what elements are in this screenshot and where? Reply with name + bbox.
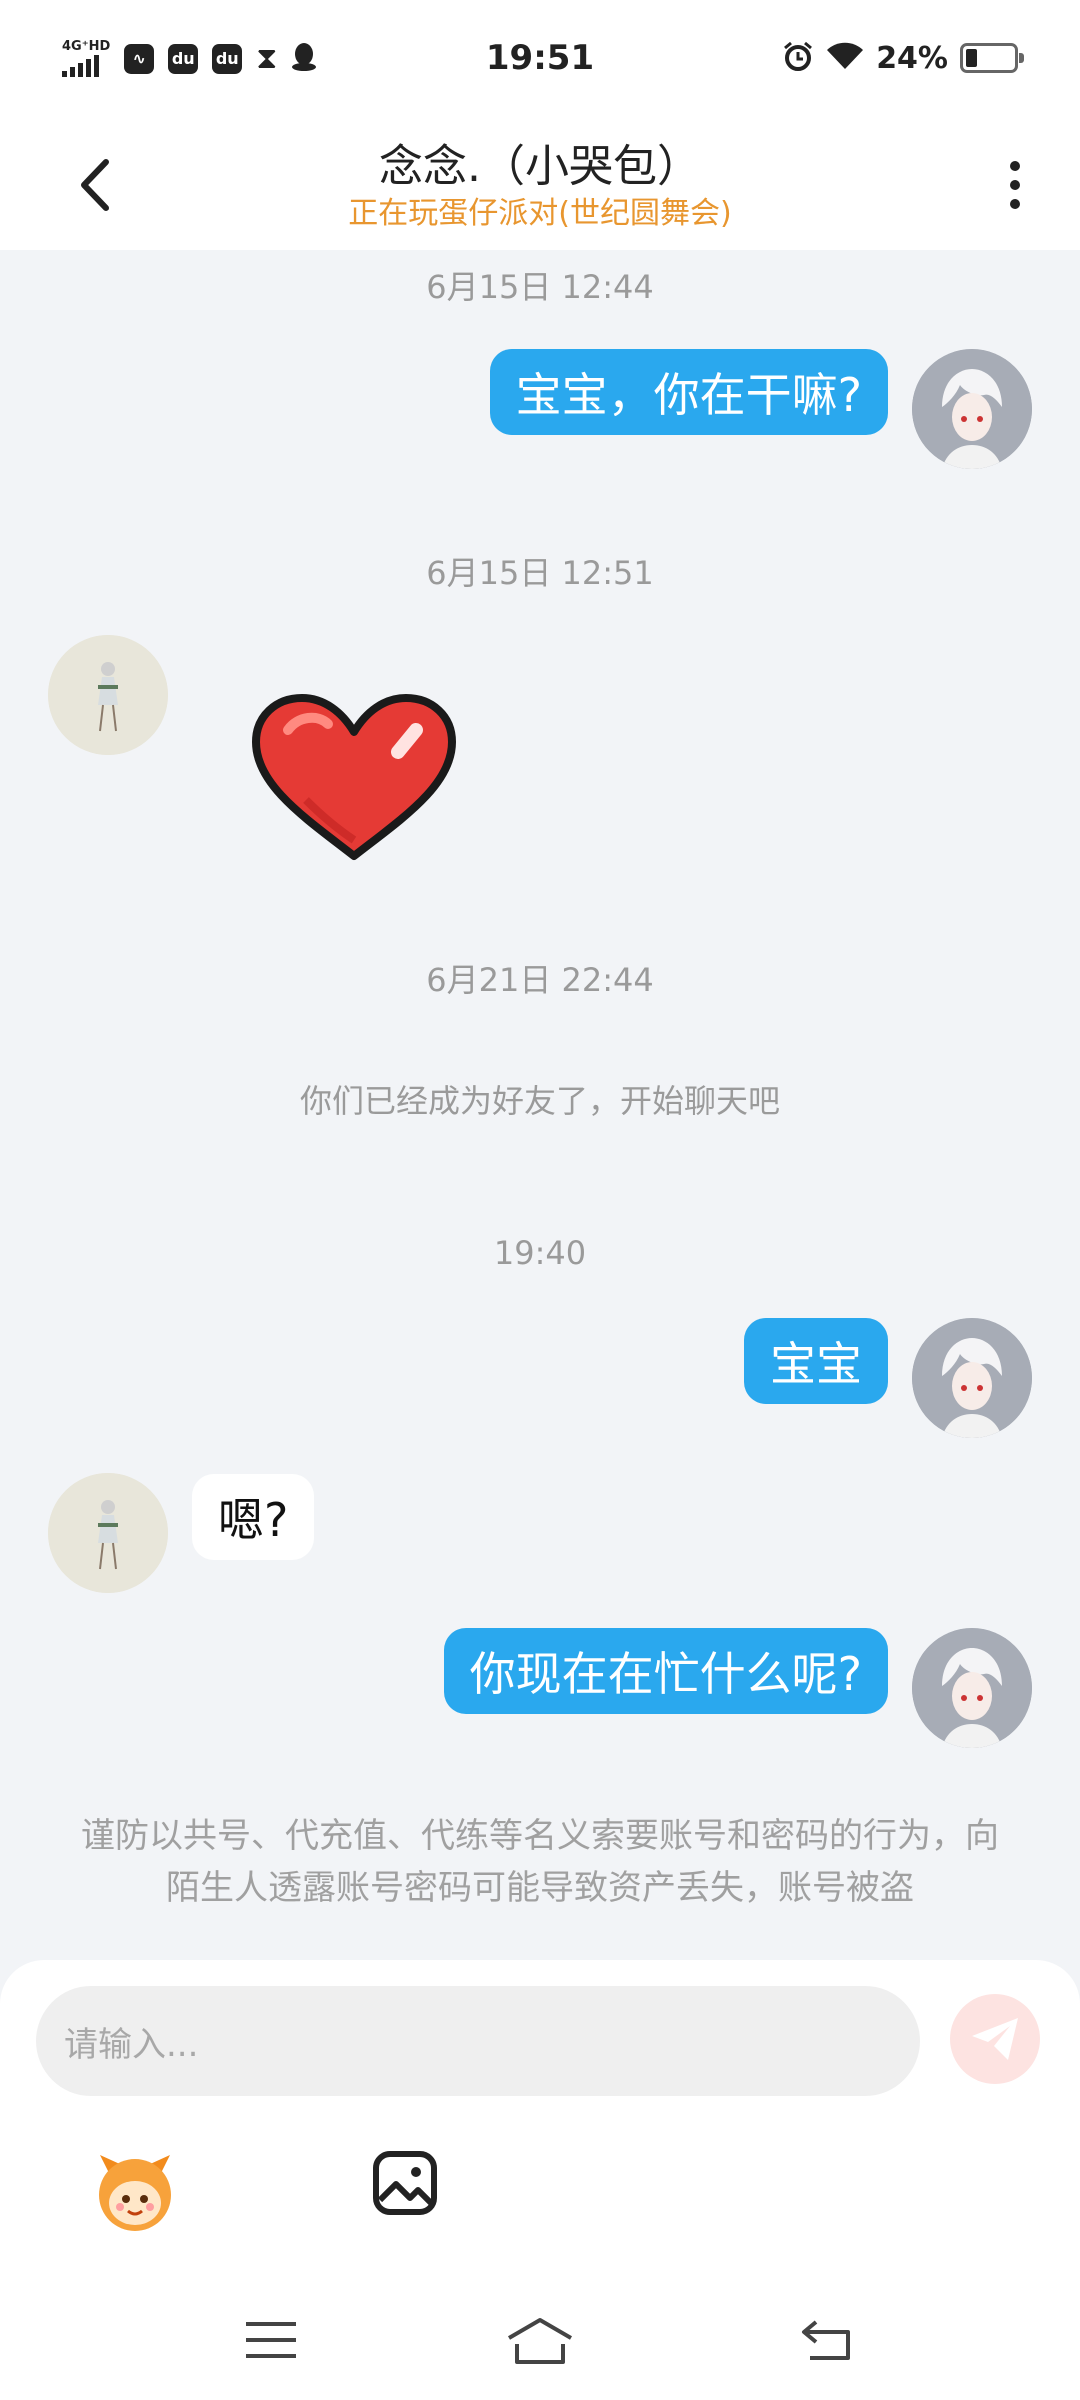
avatar-image bbox=[48, 1473, 168, 1593]
battery-percent: 24% bbox=[876, 40, 948, 76]
wifi-icon bbox=[826, 41, 864, 75]
avatar-image bbox=[912, 349, 1032, 469]
system-nav-bar bbox=[0, 2280, 1080, 2400]
message-timestamp: 6月15日 12:51 bbox=[426, 554, 654, 592]
avatar-image bbox=[912, 1318, 1032, 1438]
message-input[interactable]: 请输入... bbox=[36, 1986, 920, 2096]
more-dot bbox=[1010, 161, 1020, 171]
message-timestamp: 19:40 bbox=[493, 1234, 587, 1272]
red-heart-sticker[interactable] bbox=[248, 690, 460, 862]
more-options-button[interactable] bbox=[990, 150, 1040, 220]
contact-name[interactable]: 念念.（小哭包） bbox=[0, 130, 1080, 194]
image-picker-icon[interactable] bbox=[372, 2150, 438, 2216]
status-bar: 4G⁺HD ∿ du du ⧗ 19:51 24% bbox=[0, 0, 1080, 120]
home-icon[interactable] bbox=[505, 2310, 575, 2370]
more-dot bbox=[1010, 180, 1020, 190]
contact-avatar[interactable] bbox=[48, 635, 168, 755]
my-avatar[interactable] bbox=[912, 349, 1032, 469]
chat-header: 念念.（小哭包） 正在玩蛋仔派对(世纪圆舞会) bbox=[0, 120, 1080, 250]
message-bubble-sent[interactable]: 宝宝，你在干嘛? bbox=[489, 349, 888, 435]
system-message: 你们已经成为好友了，开始聊天吧 bbox=[299, 1082, 780, 1120]
status-right: 24% bbox=[782, 40, 1024, 76]
alarm-icon bbox=[782, 40, 814, 76]
my-avatar[interactable] bbox=[912, 1628, 1032, 1748]
avatar-image bbox=[48, 635, 168, 755]
screen: 4G⁺HD ∿ du du ⧗ 19:51 24% 念念.（小哭包） 正在玩蛋仔… bbox=[0, 0, 1080, 2400]
message-bubble-sent[interactable]: 你现在在忙什么呢? bbox=[443, 1628, 888, 1714]
back-icon[interactable] bbox=[790, 2310, 860, 2370]
my-avatar[interactable] bbox=[912, 1318, 1032, 1438]
safety-warning: 谨防以共号、代充值、代练等名义索要账号和密码的行为，向陌生人透露账号密码可能导致… bbox=[81, 1816, 999, 1908]
paper-plane-icon bbox=[972, 2018, 1018, 2060]
message-timestamp: 6月15日 12:44 bbox=[426, 268, 654, 306]
send-button[interactable] bbox=[950, 1994, 1040, 2084]
menu-icon[interactable] bbox=[236, 2310, 306, 2370]
more-dot bbox=[1010, 199, 1020, 209]
contact-avatar[interactable] bbox=[48, 1473, 168, 1593]
message-bubble-received[interactable]: 嗯? bbox=[192, 1474, 315, 1560]
battery-icon bbox=[960, 43, 1024, 73]
message-timestamp: 6月21日 22:44 bbox=[426, 961, 654, 999]
contact-status: 正在玩蛋仔派对(世纪圆舞会) bbox=[348, 196, 732, 231]
mascot-emoji-icon[interactable] bbox=[90, 2145, 180, 2235]
avatar-image bbox=[912, 1628, 1032, 1748]
message-bubble-sent[interactable]: 宝宝 bbox=[744, 1318, 888, 1404]
